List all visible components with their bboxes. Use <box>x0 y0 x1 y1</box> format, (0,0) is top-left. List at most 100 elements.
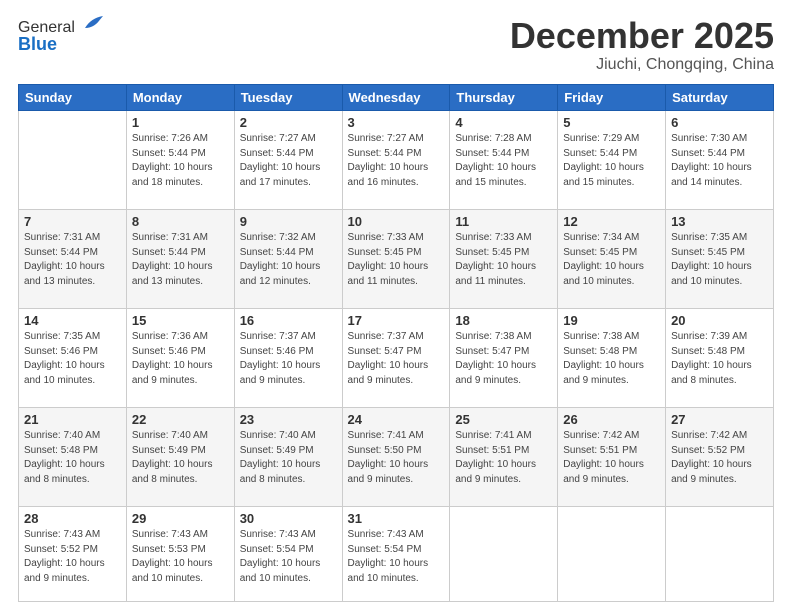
table-row: 11 Sunrise: 7:33 AM Sunset: 5:45 PM Dayli… <box>450 210 558 309</box>
table-row: 20 Sunrise: 7:39 AM Sunset: 5:48 PM Dayli… <box>666 309 774 408</box>
day-number: 17 <box>348 313 445 328</box>
day-number: 5 <box>563 115 660 130</box>
day-number: 30 <box>240 511 337 526</box>
day-number: 31 <box>348 511 445 526</box>
table-row: 12 Sunrise: 7:34 AM Sunset: 5:45 PM Dayli… <box>558 210 666 309</box>
table-row: 26 Sunrise: 7:42 AM Sunset: 5:51 PM Dayli… <box>558 408 666 507</box>
day-number: 4 <box>455 115 552 130</box>
day-number: 20 <box>671 313 768 328</box>
table-row: 9Sunrise: 7:32 AM Sunset: 5:44 PM Daylig… <box>234 210 342 309</box>
table-row: 30Sunrise: 7:43 AM Sunset: 5:54 PM Dayli… <box>234 507 342 602</box>
day-number: 23 <box>240 412 337 427</box>
day-number: 10 <box>348 214 445 229</box>
day-number: 11 <box>455 214 552 229</box>
col-wednesday: Wednesday <box>342 85 450 111</box>
logo-bird-icon <box>77 10 105 38</box>
title-block: December 2025 Jiuchi, Chongqing, China <box>510 18 774 74</box>
table-row: 15Sunrise: 7:36 AM Sunset: 5:46 PM Dayli… <box>126 309 234 408</box>
day-number: 28 <box>24 511 121 526</box>
day-info: Sunrise: 7:26 AM Sunset: 5:44 PM Dayligh… <box>132 132 229 190</box>
day-info: Sunrise: 7:27 AM Sunset: 5:44 PM Dayligh… <box>240 132 337 190</box>
day-info: Sunrise: 7:33 AM Sunset: 5:45 PM Dayligh… <box>455 231 552 289</box>
day-number: 8 <box>132 214 229 229</box>
day-info: Sunrise: 7:35 AM Sunset: 5:45 PM Dayligh… <box>671 231 768 289</box>
day-number: 19 <box>563 313 660 328</box>
day-info: Sunrise: 7:34 AM Sunset: 5:45 PM Dayligh… <box>563 231 660 289</box>
calendar-week-row: 21Sunrise: 7:40 AM Sunset: 5:48 PM Dayli… <box>19 408 774 507</box>
day-info: Sunrise: 7:42 AM Sunset: 5:52 PM Dayligh… <box>671 429 768 487</box>
month-title: December 2025 <box>510 18 774 54</box>
day-info: Sunrise: 7:31 AM Sunset: 5:44 PM Dayligh… <box>132 231 229 289</box>
calendar-week-row: 14 Sunrise: 7:35 AM Sunset: 5:46 PM Dayli… <box>19 309 774 408</box>
table-row <box>19 111 127 210</box>
day-info: Sunrise: 7:38 AM Sunset: 5:47 PM Dayligh… <box>455 330 552 388</box>
day-info: Sunrise: 7:37 AM Sunset: 5:47 PM Dayligh… <box>348 330 445 388</box>
day-info: Sunrise: 7:27 AM Sunset: 5:44 PM Dayligh… <box>348 132 445 190</box>
table-row: 23 Sunrise: 7:40 AM Sunset: 5:49 PM Dayli… <box>234 408 342 507</box>
location-subtitle: Jiuchi, Chongqing, China <box>510 56 774 74</box>
day-number: 12 <box>563 214 660 229</box>
table-row: 7Sunrise: 7:31 AM Sunset: 5:44 PM Daylig… <box>19 210 127 309</box>
day-info: Sunrise: 7:30 AM Sunset: 5:44 PM Dayligh… <box>671 132 768 190</box>
col-sunday: Sunday <box>19 85 127 111</box>
table-row: 2 Sunrise: 7:27 AM Sunset: 5:44 PM Daylig… <box>234 111 342 210</box>
calendar-week-row: 1 Sunrise: 7:26 AM Sunset: 5:44 PM Daylig… <box>19 111 774 210</box>
day-info: Sunrise: 7:43 AM Sunset: 5:52 PM Dayligh… <box>24 528 121 586</box>
day-info: Sunrise: 7:38 AM Sunset: 5:48 PM Dayligh… <box>563 330 660 388</box>
table-row: 22Sunrise: 7:40 AM Sunset: 5:49 PM Dayli… <box>126 408 234 507</box>
day-info: Sunrise: 7:35 AM Sunset: 5:46 PM Dayligh… <box>24 330 121 388</box>
table-row: 19 Sunrise: 7:38 AM Sunset: 5:48 PM Dayli… <box>558 309 666 408</box>
table-row <box>666 507 774 602</box>
day-number: 26 <box>563 412 660 427</box>
table-row: 21Sunrise: 7:40 AM Sunset: 5:48 PM Dayli… <box>19 408 127 507</box>
day-info: Sunrise: 7:37 AM Sunset: 5:46 PM Dayligh… <box>240 330 337 388</box>
col-monday: Monday <box>126 85 234 111</box>
day-number: 22 <box>132 412 229 427</box>
table-row: 4 Sunrise: 7:28 AM Sunset: 5:44 PM Daylig… <box>450 111 558 210</box>
table-row: 18 Sunrise: 7:38 AM Sunset: 5:47 PM Dayli… <box>450 309 558 408</box>
day-info: Sunrise: 7:29 AM Sunset: 5:44 PM Dayligh… <box>563 132 660 190</box>
day-info: Sunrise: 7:40 AM Sunset: 5:49 PM Dayligh… <box>240 429 337 487</box>
table-row: 8 Sunrise: 7:31 AM Sunset: 5:44 PM Daylig… <box>126 210 234 309</box>
day-number: 7 <box>24 214 121 229</box>
table-row <box>558 507 666 602</box>
table-row: 16 Sunrise: 7:37 AM Sunset: 5:46 PM Dayli… <box>234 309 342 408</box>
day-number: 18 <box>455 313 552 328</box>
calendar-week-row: 7 Sunrise: 7:31 AM Sunset: 5:44 PM Daylig… <box>19 210 774 309</box>
day-info: Sunrise: 7:33 AM Sunset: 5:45 PM Dayligh… <box>348 231 445 289</box>
day-number: 15 <box>132 313 229 328</box>
day-number: 6 <box>671 115 768 130</box>
col-friday: Friday <box>558 85 666 111</box>
day-info: Sunrise: 7:42 AM Sunset: 5:51 PM Dayligh… <box>563 429 660 487</box>
day-number: 16 <box>240 313 337 328</box>
table-row: 31Sunrise: 7:43 AM Sunset: 5:54 PM Dayli… <box>342 507 450 602</box>
table-row: 3Sunrise: 7:27 AM Sunset: 5:44 PM Daylig… <box>342 111 450 210</box>
day-number: 21 <box>24 412 121 427</box>
day-number: 1 <box>132 115 229 130</box>
col-saturday: Saturday <box>666 85 774 111</box>
calendar-week-row: 28 Sunrise: 7:43 AM Sunset: 5:52 PM Dayli… <box>19 507 774 602</box>
day-info: Sunrise: 7:28 AM Sunset: 5:44 PM Dayligh… <box>455 132 552 190</box>
day-number: 24 <box>348 412 445 427</box>
col-thursday: Thursday <box>450 85 558 111</box>
calendar-table: Sunday Monday Tuesday Wednesday Thursday… <box>18 84 774 602</box>
day-number: 2 <box>240 115 337 130</box>
day-number: 25 <box>455 412 552 427</box>
day-info: Sunrise: 7:39 AM Sunset: 5:48 PM Dayligh… <box>671 330 768 388</box>
day-number: 14 <box>24 313 121 328</box>
table-row: 13 Sunrise: 7:35 AM Sunset: 5:45 PM Dayli… <box>666 210 774 309</box>
day-number: 29 <box>132 511 229 526</box>
day-number: 13 <box>671 214 768 229</box>
table-row: 14 Sunrise: 7:35 AM Sunset: 5:46 PM Dayli… <box>19 309 127 408</box>
table-row: 25Sunrise: 7:41 AM Sunset: 5:51 PM Dayli… <box>450 408 558 507</box>
header: General Blue December 2025 Jiuchi, Chong… <box>18 18 774 74</box>
table-row: 24Sunrise: 7:41 AM Sunset: 5:50 PM Dayli… <box>342 408 450 507</box>
table-row: 29 Sunrise: 7:43 AM Sunset: 5:53 PM Dayli… <box>126 507 234 602</box>
col-tuesday: Tuesday <box>234 85 342 111</box>
day-info: Sunrise: 7:32 AM Sunset: 5:44 PM Dayligh… <box>240 231 337 289</box>
day-number: 27 <box>671 412 768 427</box>
table-row: 28 Sunrise: 7:43 AM Sunset: 5:52 PM Dayli… <box>19 507 127 602</box>
calendar-header-row: Sunday Monday Tuesday Wednesday Thursday… <box>19 85 774 111</box>
table-row: 1 Sunrise: 7:26 AM Sunset: 5:44 PM Daylig… <box>126 111 234 210</box>
day-info: Sunrise: 7:43 AM Sunset: 5:53 PM Dayligh… <box>132 528 229 586</box>
